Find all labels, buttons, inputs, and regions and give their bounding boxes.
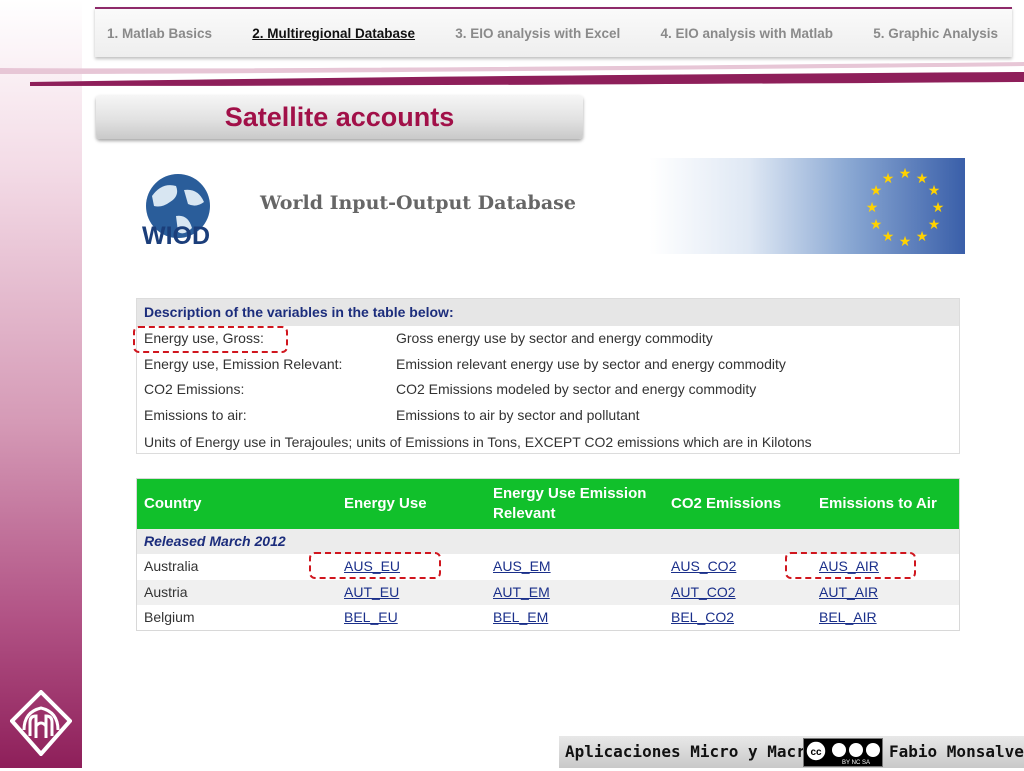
table-header-row: Country Energy Use Energy Use Emission R… xyxy=(137,479,959,529)
eu-stars-icon: ★ ★ ★ ★ ★ ★ ★ ★ ★ ★ ★ ★ xyxy=(866,166,945,250)
emissions-to-air-link[interactable]: AUT_AIR xyxy=(819,584,878,600)
left-decoration-strip xyxy=(0,0,82,768)
creative-commons-icon: cc BY NC SA xyxy=(803,738,883,767)
footer-bar: Aplicaciones Micro y Macro cc BY NC SA F… xyxy=(559,736,1024,768)
banner-title: World Input-Output Database xyxy=(260,192,576,214)
table-row: Austria AUT_EU AUT_EM AUT_CO2 AUT_AIR xyxy=(137,579,959,605)
energy-use-link[interactable]: BEL_EU xyxy=(344,609,398,625)
units-note: Units of Energy use in Terajoules; units… xyxy=(144,433,812,450)
country-cell: Australia xyxy=(144,558,199,574)
description-key: CO2 Emissions: xyxy=(144,381,245,398)
tab-eio-excel[interactable]: 3. EIO analysis with Excel xyxy=(455,26,620,41)
description-row: Energy use, Emission Relevant: Emission … xyxy=(137,352,959,378)
svg-text:★: ★ xyxy=(870,183,883,199)
svg-text:★: ★ xyxy=(899,166,912,182)
svg-text:★: ★ xyxy=(916,229,929,245)
description-value: Emission relevant energy use by sector a… xyxy=(396,355,786,372)
description-row: Emissions to air: Emissions to air by se… xyxy=(137,403,959,429)
header-energy-use: Energy Use xyxy=(344,495,427,512)
tab-graphic-analysis[interactable]: 5. Graphic Analysis xyxy=(873,26,998,41)
table-row: Belgium BEL_EU BEL_EM BEL_CO2 BEL_AIR xyxy=(137,605,959,631)
description-key: Emissions to air: xyxy=(144,407,247,424)
wiod-banner: WIOD World Input-Output Database ★ ★ ★ ★… xyxy=(134,158,965,254)
highlight-aus-air xyxy=(785,552,916,579)
svg-text:★: ★ xyxy=(928,183,941,199)
footer-course-title: Aplicaciones Micro y Macro xyxy=(565,742,816,761)
university-logo-icon xyxy=(10,690,72,756)
energy-use-link[interactable]: AUT_EU xyxy=(344,584,399,600)
slide-title: Satellite accounts xyxy=(224,102,455,132)
wiod-logo-text: WIOD xyxy=(142,222,210,248)
svg-text:★: ★ xyxy=(916,171,929,187)
svg-text:★: ★ xyxy=(899,234,912,250)
tab-matlab-basics[interactable]: 1. Matlab Basics xyxy=(107,26,212,41)
svg-text:cc: cc xyxy=(810,747,822,758)
energy-use-emission-link[interactable]: AUT_EM xyxy=(493,584,550,600)
country-cell: Belgium xyxy=(144,609,195,625)
tab-eio-matlab[interactable]: 4. EIO analysis with Matlab xyxy=(660,26,833,41)
country-cell: Austria xyxy=(144,583,188,600)
header-emissions-to-air: Emissions to Air xyxy=(819,495,937,512)
svg-text:★: ★ xyxy=(932,200,945,216)
description-row: CO2 Emissions: CO2 Emissions modeled by … xyxy=(137,377,959,403)
variables-description-table: Description of the variables in the tabl… xyxy=(136,298,960,454)
svg-text:★: ★ xyxy=(870,217,883,233)
energy-use-emission-link[interactable]: AUS_EM xyxy=(493,558,551,574)
header-energy-use-emission-line1: Energy Use Emission xyxy=(493,485,647,502)
description-value: Emissions to air by sector and pollutant xyxy=(396,407,640,424)
description-key: Energy use, Emission Relevant: xyxy=(144,355,343,372)
description-heading: Description of the variables in the tabl… xyxy=(137,299,959,326)
co2-emissions-link[interactable]: BEL_CO2 xyxy=(671,609,734,625)
footer-author: Fabio Monsalve xyxy=(889,742,1024,761)
header-energy-use-emission-line2: Relevant xyxy=(493,505,556,522)
energy-use-emission-link[interactable]: BEL_EM xyxy=(493,609,548,625)
co2-emissions-link[interactable]: AUT_CO2 xyxy=(671,584,736,600)
svg-text:★: ★ xyxy=(928,217,941,233)
description-value: CO2 Emissions modeled by sector and ener… xyxy=(396,381,757,398)
globe-icon: WIOD xyxy=(142,174,210,248)
slide-title-box: Satellite accounts xyxy=(96,95,583,139)
svg-text:★: ★ xyxy=(882,229,895,245)
co2-emissions-link[interactable]: AUS_CO2 xyxy=(671,558,736,574)
svg-text:★: ★ xyxy=(866,200,879,216)
highlight-aus-eu xyxy=(309,552,441,579)
top-navigation: 1. Matlab Basics 2. Multiregional Databa… xyxy=(95,7,1012,57)
header-country: Country xyxy=(144,495,202,512)
emissions-to-air-link[interactable]: BEL_AIR xyxy=(819,609,877,625)
tab-multiregional-database[interactable]: 2. Multiregional Database xyxy=(252,26,415,41)
highlight-energy-use-gross xyxy=(133,326,288,353)
cc-badge-text: BY NC SA xyxy=(842,760,870,766)
decorative-swoosh xyxy=(0,62,1024,86)
release-row: Released March 2012 xyxy=(137,529,959,554)
svg-text:★: ★ xyxy=(882,171,895,187)
header-co2-emissions: CO2 Emissions xyxy=(671,495,782,512)
description-value: Gross energy use by sector and energy co… xyxy=(396,330,713,346)
